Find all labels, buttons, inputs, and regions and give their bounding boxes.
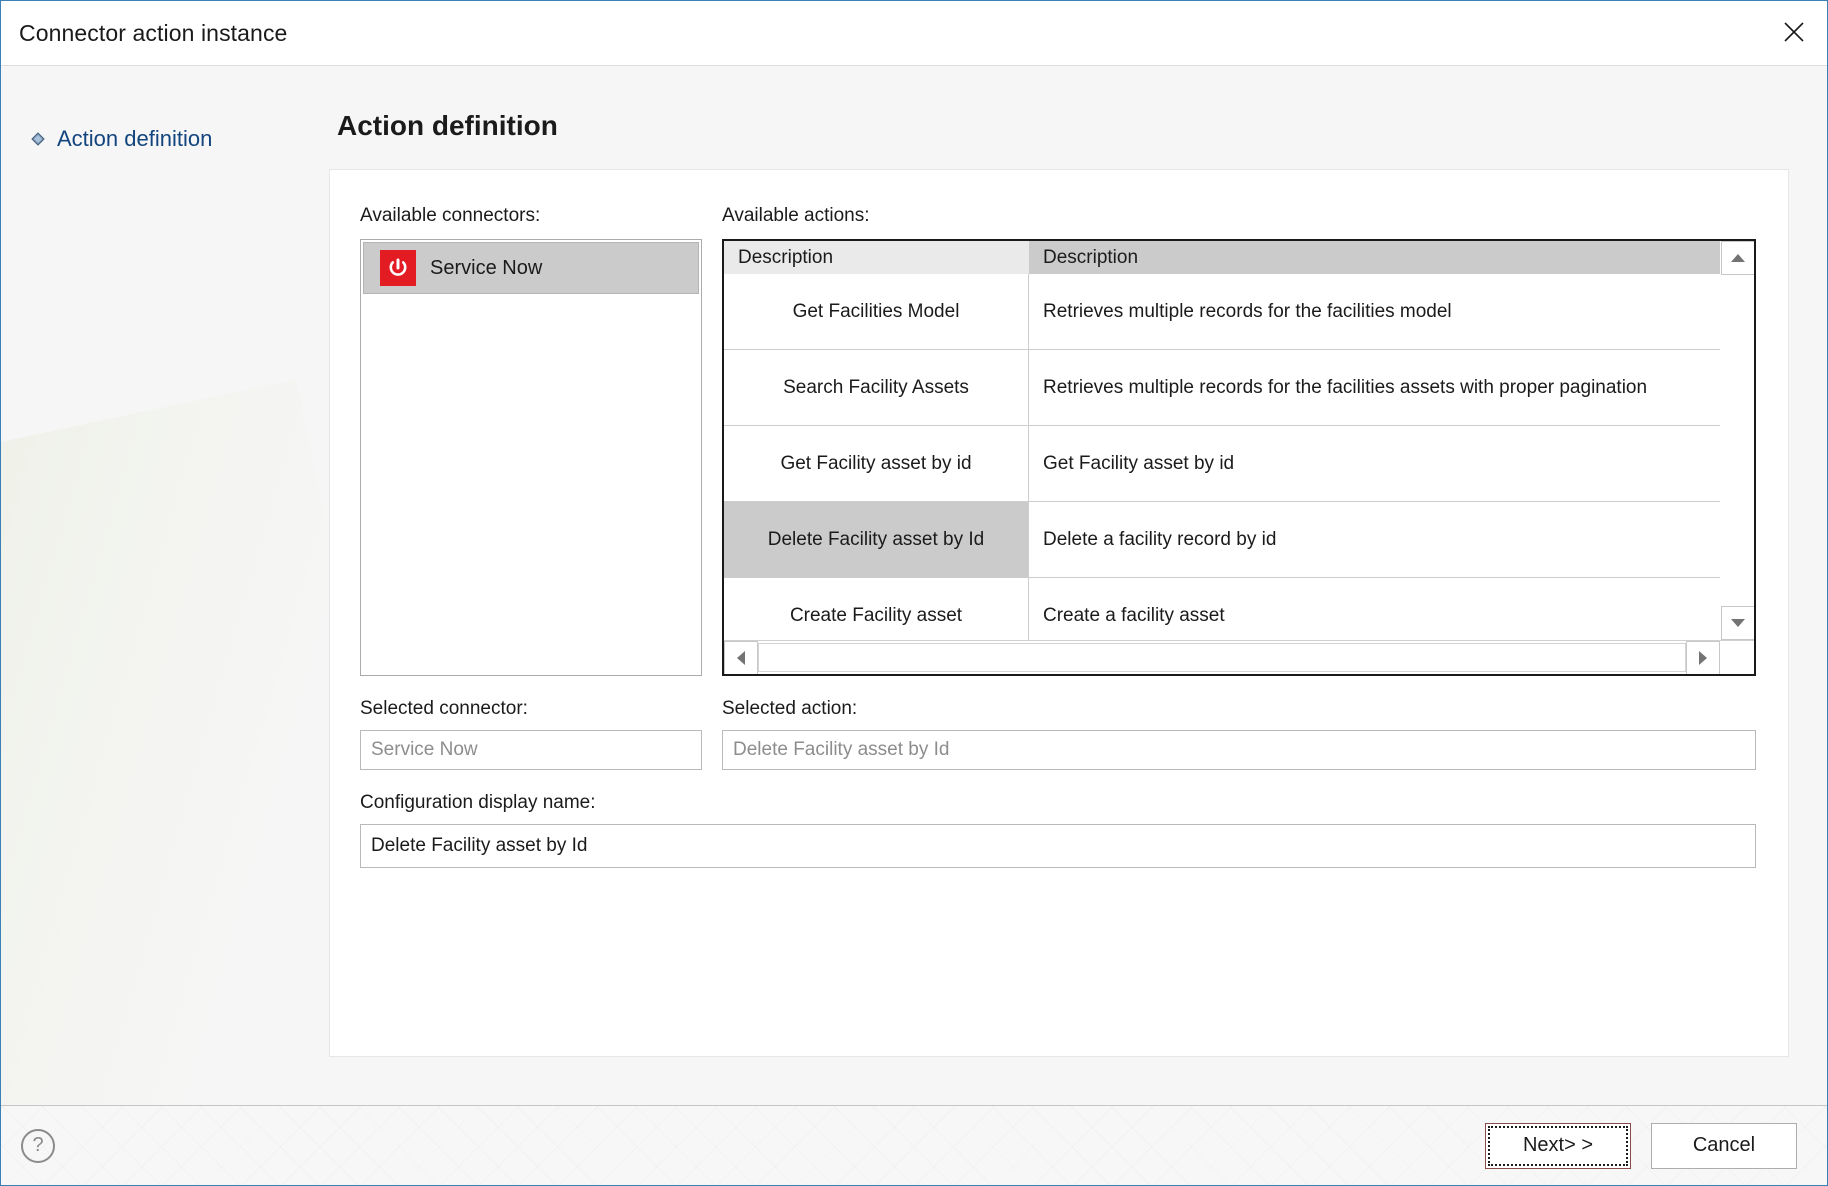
close-button[interactable] xyxy=(1761,1,1827,63)
action-name-cell[interactable]: Delete Facility asset by Id xyxy=(724,502,1029,577)
selected-fields-row: Selected connector: Service Now Selected… xyxy=(330,676,1788,770)
table-row[interactable]: Get Facilities Model Retrieves multiple … xyxy=(724,274,1720,350)
scroll-down-icon xyxy=(1731,619,1745,627)
action-name-cell[interactable]: Search Facility Assets xyxy=(724,350,1029,425)
page-title: Action definition xyxy=(337,110,558,141)
selected-action-input[interactable]: Delete Facility asset by Id xyxy=(722,730,1756,770)
action-description-cell: Get Facility asset by id xyxy=(1043,452,1235,474)
window-title: Connector action instance xyxy=(19,19,288,46)
scroll-up-button[interactable] xyxy=(1721,241,1754,275)
configuration-display-name-input[interactable]: Delete Facility asset by Id xyxy=(360,824,1756,868)
selection-columns: Available connectors: Service Now Availa… xyxy=(330,170,1788,676)
scroll-up-icon xyxy=(1731,254,1745,262)
available-actions-label: Available actions: xyxy=(722,205,870,226)
scroll-right-button[interactable] xyxy=(1686,641,1720,674)
close-icon xyxy=(1784,22,1804,42)
action-name-cell[interactable]: Get Facility asset by id xyxy=(724,426,1029,501)
table-row[interactable]: Create Facility asset Create a facility … xyxy=(724,578,1720,640)
dialog-footer: ? Next> > Cancel xyxy=(1,1105,1827,1185)
power-icon xyxy=(380,250,416,286)
diamond-bullet-icon xyxy=(31,132,45,146)
action-name-cell[interactable]: Create Facility asset xyxy=(724,578,1029,640)
table-row[interactable]: Get Facility asset by id Get Facility as… xyxy=(724,426,1720,502)
action-description-cell: Create a facility asset xyxy=(1043,604,1225,626)
actions-grid-viewport: Description Description Get Facilities M… xyxy=(724,241,1754,640)
actions-grid-header: Description Description xyxy=(724,241,1720,274)
actions-grid: Description Description Get Facilities M… xyxy=(722,239,1756,676)
column-header-name[interactable]: Description xyxy=(724,241,1029,274)
selected-action-label: Selected action: xyxy=(722,698,858,719)
vertical-scroll-track[interactable] xyxy=(1721,275,1754,606)
help-icon[interactable]: ? xyxy=(21,1128,55,1163)
scroll-left-button[interactable] xyxy=(724,641,758,674)
table-row-selected[interactable]: Delete Facility asset by Id Delete a fac… xyxy=(724,502,1720,578)
actions-grid-rows: Get Facilities Model Retrieves multiple … xyxy=(724,274,1720,640)
actions-grid-body: Description Description Get Facilities M… xyxy=(724,241,1720,640)
column-header-description[interactable]: Description xyxy=(1029,241,1720,274)
selected-connector-input[interactable]: Service Now xyxy=(360,730,702,770)
scroll-left-icon xyxy=(737,651,745,665)
available-connectors-section: Available connectors: Service Now xyxy=(330,205,702,676)
connector-list-item-service-now[interactable]: Service Now xyxy=(363,242,699,294)
horizontal-scroll-thumb[interactable] xyxy=(758,643,1686,672)
selected-connector-field: Selected connector: Service Now xyxy=(330,698,702,770)
scroll-right-icon xyxy=(1699,651,1707,665)
configuration-display-name-field: Configuration display name: Delete Facil… xyxy=(330,770,1788,868)
scroll-down-button[interactable] xyxy=(1721,606,1754,640)
selected-connector-label: Selected connector: xyxy=(360,698,528,719)
configuration-display-name-label: Configuration display name: xyxy=(360,792,596,813)
content-area: Action definition Available connectors: xyxy=(329,66,1827,1105)
available-connectors-label: Available connectors: xyxy=(360,205,541,226)
horizontal-scrollbar[interactable] xyxy=(724,640,1754,674)
action-description-cell: Delete a facility record by id xyxy=(1043,528,1277,550)
dialog-window: Connector action instance Action definit… xyxy=(0,0,1828,1186)
sidebar-item-action-definition[interactable]: Action definition xyxy=(1,120,329,158)
action-description-cell: Retrieves multiple records for the facil… xyxy=(1043,376,1648,398)
cancel-button[interactable]: Cancel xyxy=(1651,1122,1797,1169)
connector-name: Service Now xyxy=(430,256,543,279)
title-bar: Connector action instance xyxy=(1,1,1827,65)
table-row[interactable]: Search Facility Assets Retrieves multipl… xyxy=(724,350,1720,426)
available-actions-section: Available actions: Description Descripti… xyxy=(702,205,1788,676)
action-name-cell[interactable]: Get Facilities Model xyxy=(724,274,1029,349)
next-button[interactable]: Next> > xyxy=(1485,1122,1631,1169)
vertical-scrollbar[interactable] xyxy=(1720,241,1754,640)
selected-action-field: Selected action: Delete Facility asset b… xyxy=(702,698,1788,770)
action-description-cell: Retrieves multiple records for the facil… xyxy=(1043,300,1452,322)
form-panel: Available connectors: Service Now Availa… xyxy=(329,169,1789,1057)
wizard-steps-sidebar: Action definition xyxy=(1,66,329,1105)
dialog-body: Action definition Action definition Avai… xyxy=(1,65,1827,1105)
scrollbar-corner xyxy=(1720,641,1754,674)
connector-list[interactable]: Service Now xyxy=(360,239,702,676)
sidebar-item-label: Action definition xyxy=(57,126,213,151)
